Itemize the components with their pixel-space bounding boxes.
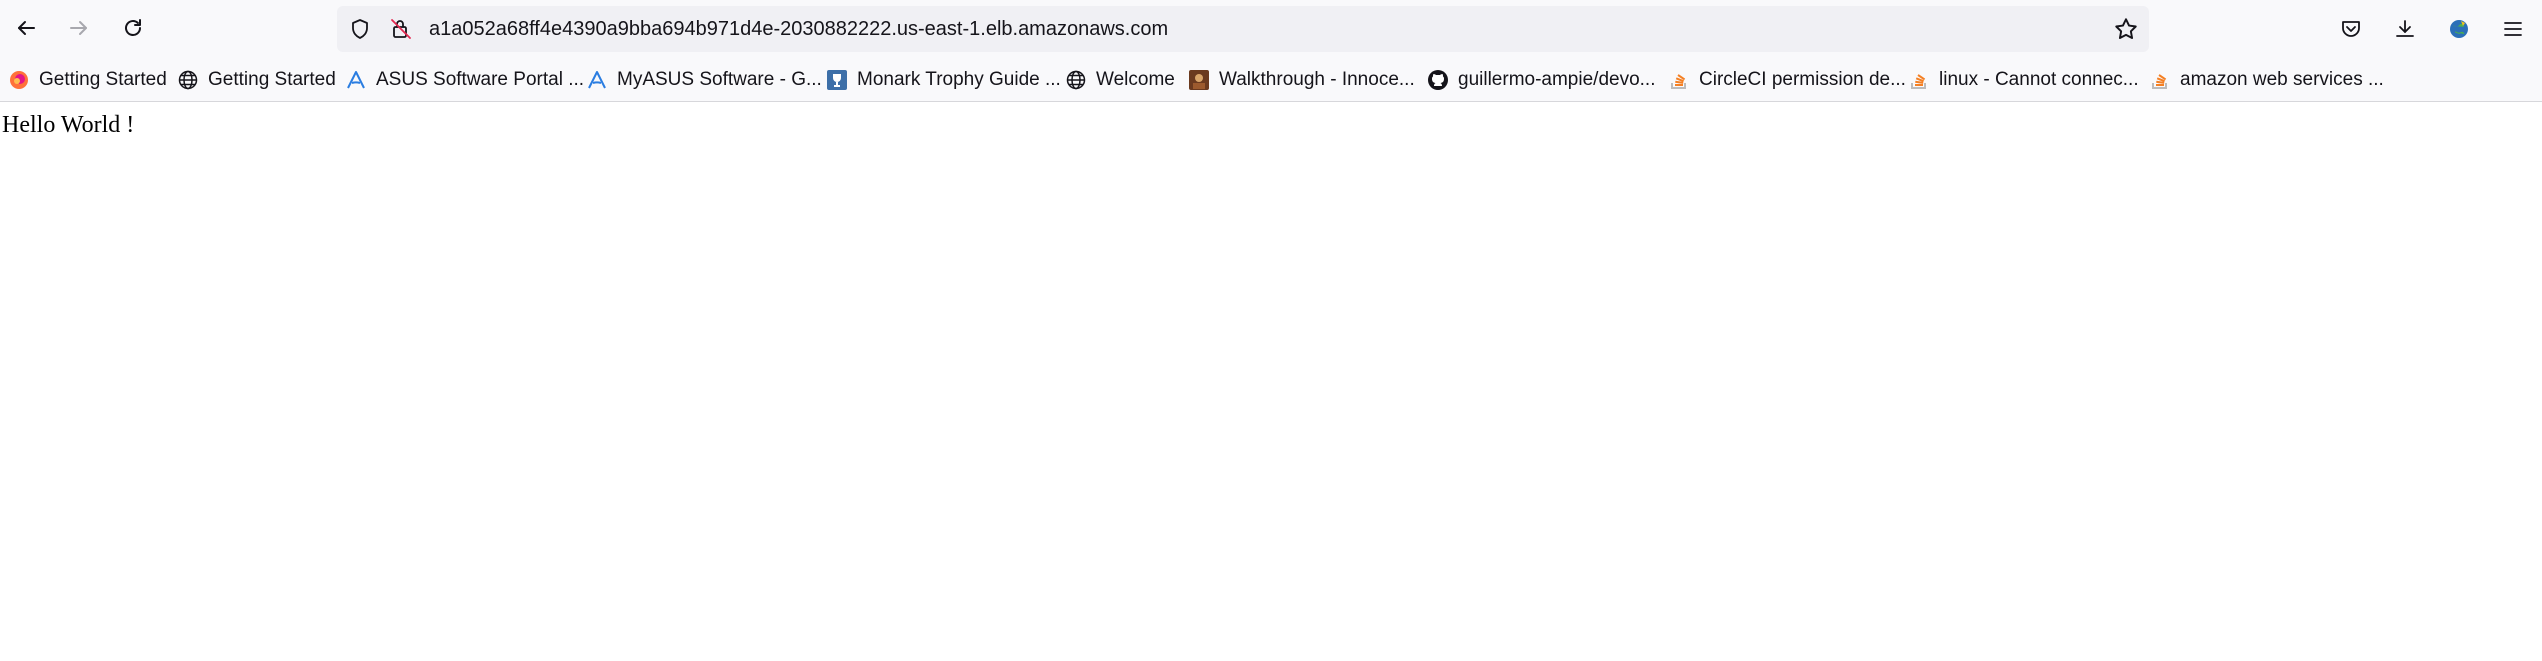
reload-icon xyxy=(125,19,141,36)
stackoverflow-icon xyxy=(2149,69,2171,91)
bookmark-label: linux - Cannot connec... xyxy=(1939,69,2139,90)
bookmark-label: Walkthrough - Innoce... xyxy=(1219,69,1415,90)
forward-button[interactable] xyxy=(61,10,97,46)
back-arrow-icon xyxy=(18,21,35,35)
stackoverflow-icon xyxy=(1668,69,1690,91)
bookmark-github-guillermo-ampie[interactable]: guillermo-ampie/devo... xyxy=(1427,59,1655,101)
url-bar[interactable]: a1a052a68ff4e4390a9bba694b971d4e-2030882… xyxy=(337,6,2149,52)
download-icon xyxy=(2396,20,2414,37)
hamburger-menu-icon xyxy=(2504,22,2522,36)
bookmark-label: guillermo-ampie/devo... xyxy=(1458,69,1656,90)
reload-button[interactable] xyxy=(115,10,151,46)
bookmark-label: Monark Trophy Guide ... xyxy=(857,69,1061,90)
app-menu-button[interactable] xyxy=(2499,15,2527,43)
bookmark-label: MyASUS Software - G... xyxy=(617,69,822,90)
bookmark-star-icon[interactable] xyxy=(2113,16,2139,42)
bookmark-circleci-permission[interactable]: CircleCI permission de... xyxy=(1668,59,1906,101)
bookmarks-toolbar: Getting Started Getting Started ASUS Sof… xyxy=(0,59,2542,102)
bookmark-asus-software-portal[interactable]: ASUS Software Portal ... xyxy=(345,59,584,101)
url-text[interactable]: a1a052a68ff4e4390a9bba694b971d4e-2030882… xyxy=(429,6,1168,52)
extension-button[interactable] xyxy=(2445,15,2473,43)
bookmark-label: Getting Started xyxy=(39,69,167,90)
shield-icon[interactable] xyxy=(348,17,372,41)
bookmark-walkthrough[interactable]: Walkthrough - Innoce... xyxy=(1188,59,1415,101)
bookmark-label: CircleCI permission de... xyxy=(1699,69,1906,90)
insecure-lock-icon[interactable] xyxy=(389,17,413,41)
bookmark-label: Welcome xyxy=(1096,69,1175,90)
globe-icon xyxy=(1065,69,1087,91)
earth-extension-icon xyxy=(2450,20,2468,38)
hello-world-text: Hello World ! xyxy=(2,112,135,138)
asus-icon xyxy=(345,69,367,91)
bookmark-label: Getting Started xyxy=(208,69,336,90)
bookmark-linux-cannot-connect[interactable]: linux - Cannot connec... xyxy=(1908,59,2139,101)
bookmark-label: ASUS Software Portal ... xyxy=(376,69,585,90)
trophy-icon xyxy=(826,69,848,91)
bookmark-welcome[interactable]: Welcome xyxy=(1065,59,1175,101)
pocket-icon xyxy=(2342,21,2360,37)
bookmark-getting-started[interactable]: Getting Started xyxy=(177,59,336,101)
forward-arrow-icon xyxy=(70,21,87,35)
globe-icon xyxy=(177,69,199,91)
browser-toolbar: a1a052a68ff4e4390a9bba694b971d4e-2030882… xyxy=(0,0,2542,59)
downloads-button[interactable] xyxy=(2391,15,2419,43)
bookmark-myasus-software[interactable]: MyASUS Software - G... xyxy=(586,59,822,101)
asus-icon xyxy=(586,69,608,91)
pocket-button[interactable] xyxy=(2337,15,2365,43)
firefox-icon xyxy=(8,69,30,91)
back-button[interactable] xyxy=(8,10,44,46)
bookmark-amazon-web-services[interactable]: amazon web services ... xyxy=(2149,59,2384,101)
portrait-icon xyxy=(1188,69,1210,91)
github-icon xyxy=(1427,69,1449,91)
bookmark-monark-trophy-guide[interactable]: Monark Trophy Guide ... xyxy=(826,59,1061,101)
bookmark-label: amazon web services ... xyxy=(2180,69,2384,90)
stackoverflow-icon xyxy=(1908,69,1930,91)
bookmark-getting-started-firefox[interactable]: Getting Started xyxy=(8,59,167,101)
page-content: Hello World ! xyxy=(0,102,2542,661)
